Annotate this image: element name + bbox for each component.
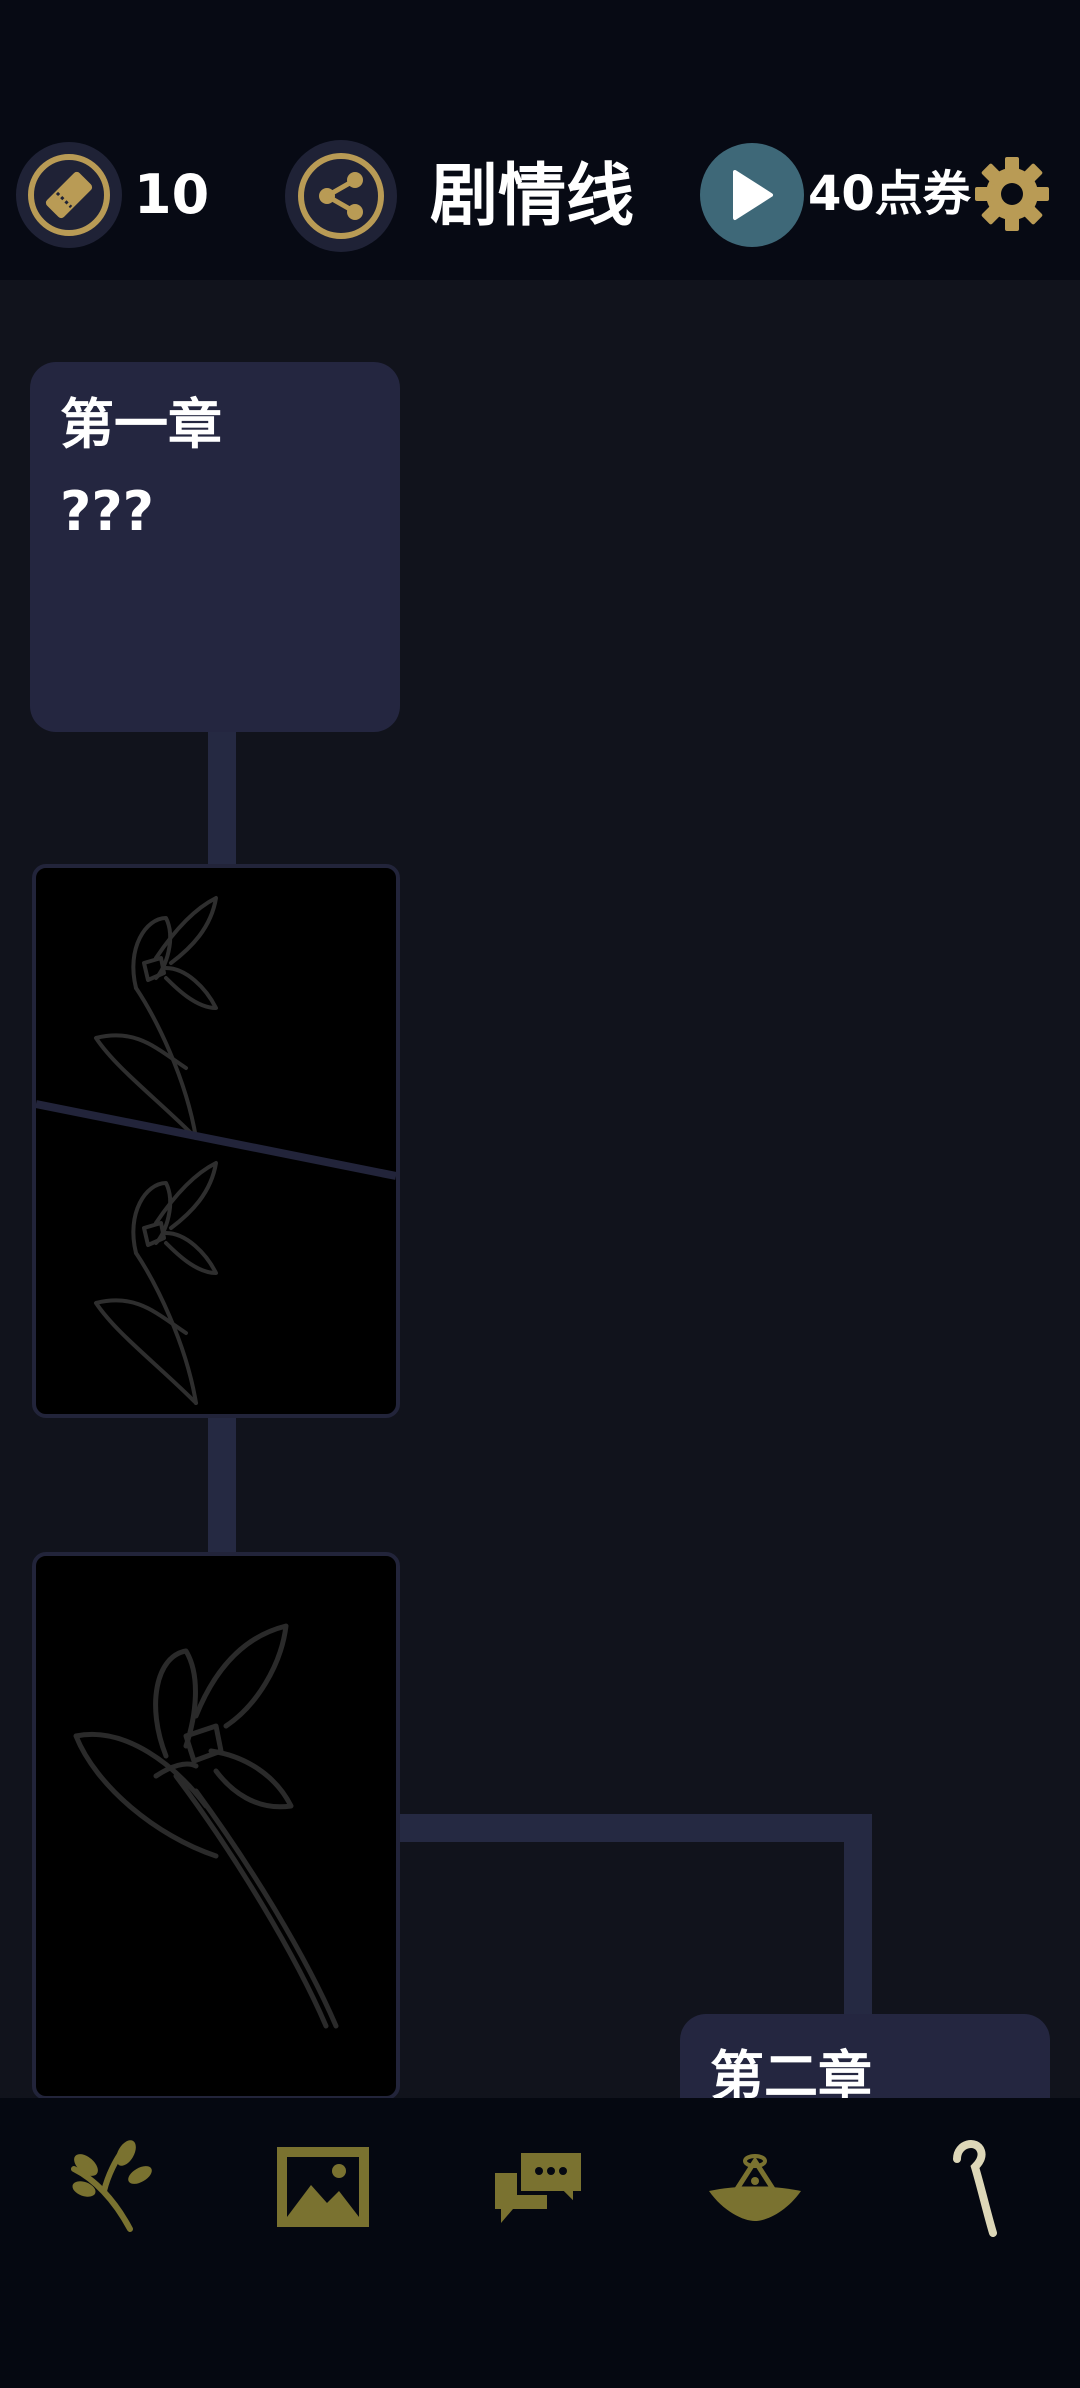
- nav-cane[interactable]: [916, 2132, 1026, 2242]
- branch-icon: [71, 2140, 152, 2232]
- points-balance: 40点券: [808, 166, 971, 222]
- share-button[interactable]: [285, 140, 397, 252]
- share-icon: [298, 153, 384, 239]
- story-node-split[interactable]: [32, 864, 400, 1418]
- nav-branch[interactable]: [54, 2132, 164, 2242]
- ticket-button[interactable]: [16, 142, 122, 248]
- nav-gallery[interactable]: [268, 2132, 378, 2242]
- play-button[interactable]: [700, 143, 804, 247]
- nav-hat[interactable]: [700, 2132, 810, 2242]
- chapter-subtitle: ???: [60, 480, 154, 543]
- gallery-icon: [277, 2147, 369, 2227]
- hat-icon: [709, 2154, 801, 2221]
- ticket-icon: [28, 154, 110, 236]
- chapter-card[interactable]: 第一章 ???: [30, 362, 400, 732]
- ticket-count: 10: [134, 163, 210, 226]
- chat-icon: [495, 2149, 585, 2223]
- timeline-connector: [396, 1814, 872, 1842]
- timeline-connector: [844, 1814, 872, 2026]
- top-bar: [0, 0, 1080, 280]
- timeline-connector: [208, 1416, 236, 1556]
- cane-icon: [953, 2140, 997, 2237]
- story-node-image[interactable]: [32, 1552, 400, 2100]
- flower-illustration: [36, 896, 396, 1405]
- page-title: 剧情线: [430, 157, 635, 236]
- play-icon: [733, 170, 773, 220]
- timeline-connector: [208, 730, 236, 866]
- chapter-title: 第一章: [60, 393, 222, 456]
- nav-chat[interactable]: [484, 2132, 594, 2242]
- flower-illustration: [73, 1623, 339, 2029]
- gear-icon[interactable]: [973, 155, 1051, 233]
